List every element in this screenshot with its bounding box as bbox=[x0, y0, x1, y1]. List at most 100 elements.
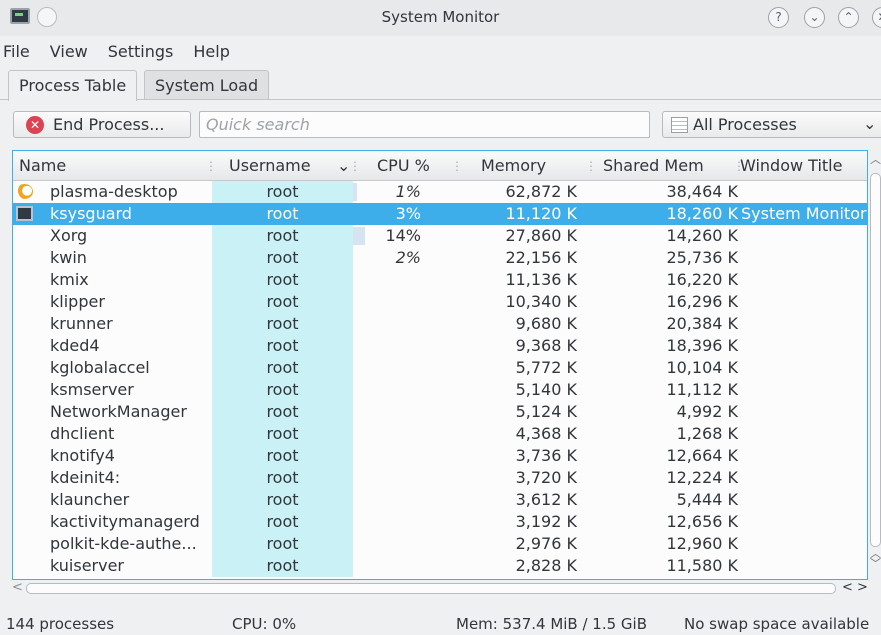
process-shared-mem: 12,224 K bbox=[666, 468, 738, 487]
table-row[interactable]: knotify4 root 3,736 K 12,664 K bbox=[13, 445, 867, 467]
process-shared-mem: 12,664 K bbox=[666, 446, 738, 465]
table-icon bbox=[671, 116, 688, 133]
col-shared-header[interactable]: Shared Mem bbox=[603, 156, 704, 175]
col-memory-header[interactable]: Memory bbox=[481, 156, 546, 175]
process-name: kded4 bbox=[50, 336, 100, 355]
system-monitor-icon bbox=[16, 206, 33, 221]
swap-status: No swap space available bbox=[684, 615, 870, 633]
table-row[interactable]: klauncher root 3,612 K 5,444 K bbox=[13, 489, 867, 511]
scrollbar-thumb[interactable] bbox=[26, 583, 836, 594]
tab-process-table[interactable]: Process Table bbox=[8, 70, 138, 101]
table-row[interactable]: NetworkManager root 5,124 K 4,992 K bbox=[13, 401, 867, 423]
process-filter-select[interactable]: All Processes ⌄ bbox=[662, 111, 881, 138]
process-shared-mem: 12,960 K bbox=[666, 534, 738, 553]
process-memory: 3,736 K bbox=[515, 446, 577, 465]
tab-system-load[interactable]: System Load bbox=[144, 70, 270, 100]
table-row[interactable]: kdeinit4: root 3,720 K 12,224 K bbox=[13, 467, 867, 489]
process-name: ksysguard bbox=[50, 204, 132, 223]
process-name: kuiserver bbox=[50, 556, 125, 575]
col-name-header[interactable]: Name bbox=[19, 156, 66, 175]
process-memory: 3,720 K bbox=[515, 468, 577, 487]
table-row[interactable]: dhclient root 4,368 K 1,268 K bbox=[13, 423, 867, 445]
process-username: root bbox=[266, 248, 299, 267]
process-name: kmix bbox=[50, 270, 89, 289]
process-name: NetworkManager bbox=[50, 402, 187, 421]
process-shared-mem: 16,220 K bbox=[666, 270, 738, 289]
process-username: root bbox=[266, 512, 299, 531]
table-row[interactable]: ksmserver root 5,140 K 11,112 K bbox=[13, 379, 867, 401]
process-username: root bbox=[266, 270, 299, 289]
process-username: root bbox=[266, 336, 299, 355]
process-shared-mem: 10,104 K bbox=[666, 358, 738, 377]
process-username: root bbox=[266, 380, 299, 399]
process-table: Name ⋮ Username ⌄ ⋮ CPU % ⋮ Memory ⋮ Sha… bbox=[12, 150, 868, 580]
table-row[interactable]: kwin root 2% 22,156 K 25,736 K bbox=[13, 247, 867, 269]
scroll-up-icon[interactable]: ︿ bbox=[870, 151, 881, 167]
process-shared-mem: 11,580 K bbox=[666, 556, 738, 575]
column-separator[interactable]: ⋮ bbox=[205, 159, 217, 173]
help-button[interactable]: ? bbox=[768, 7, 789, 28]
process-shared-mem: 12,656 K bbox=[666, 512, 738, 531]
quick-search-input[interactable]: Quick search bbox=[199, 111, 650, 138]
menu-help[interactable]: Help bbox=[193, 42, 243, 61]
process-username: root bbox=[266, 358, 299, 377]
process-cpu: 2% bbox=[395, 248, 421, 267]
process-memory: 2,828 K bbox=[515, 556, 577, 575]
status-bar: 144 processes CPU: 0% Mem: 537.4 MiB / 1… bbox=[0, 612, 881, 635]
horizontal-scrollbar[interactable]: < < > bbox=[12, 580, 868, 595]
vertical-scrollbar[interactable]: ︿ ︿ ﹀ bbox=[869, 151, 881, 581]
table-row[interactable]: Xorg root 14% 27,860 K 14,260 K bbox=[13, 225, 867, 247]
process-cpu: 3% bbox=[395, 204, 421, 223]
process-memory: 10,340 K bbox=[505, 292, 577, 311]
menu-file[interactable]: File bbox=[3, 42, 44, 61]
kill-icon: ✕ bbox=[26, 115, 44, 134]
col-window-title-header[interactable]: Window Title bbox=[740, 156, 842, 175]
process-name: kwin bbox=[50, 248, 87, 267]
process-shared-mem: 1,268 K bbox=[676, 424, 738, 443]
table-row[interactable]: krunner root 9,680 K 20,384 K bbox=[13, 313, 867, 335]
table-row[interactable]: kglobalaccel root 5,772 K 10,104 K bbox=[13, 357, 867, 379]
menu-view[interactable]: View bbox=[50, 42, 102, 61]
process-username: root bbox=[266, 556, 299, 575]
process-shared-mem: 25,736 K bbox=[666, 248, 738, 267]
maximize-button[interactable]: ⌃ bbox=[838, 7, 859, 28]
process-memory: 9,680 K bbox=[515, 314, 577, 333]
scrollbar-thumb[interactable] bbox=[870, 173, 881, 547]
table-row[interactable]: ksysguard root 3% 11,120 K 18,260 K System Mo… bbox=[13, 203, 867, 225]
process-shared-mem: 38,464 K bbox=[666, 182, 738, 201]
process-name: dhclient bbox=[50, 424, 115, 443]
process-window-title: System Monitor bbox=[741, 204, 867, 223]
process-memory: 9,368 K bbox=[515, 336, 577, 355]
scroll-left-icon[interactable]: < bbox=[12, 580, 23, 595]
col-cpu-header[interactable]: CPU % bbox=[377, 156, 430, 175]
process-name: kactivitymanagerd bbox=[50, 512, 200, 531]
process-username: root bbox=[266, 182, 299, 201]
process-memory: 3,612 K bbox=[515, 490, 577, 509]
chevron-down-icon: ⌄ bbox=[863, 114, 877, 133]
memory-usage: Mem: 537.4 MiB / 1.5 GiB bbox=[456, 615, 648, 633]
col-username-header[interactable]: Username bbox=[229, 156, 311, 175]
process-memory: 5,772 K bbox=[515, 358, 577, 377]
end-process-button[interactable]: ✕ End Process... bbox=[13, 111, 191, 138]
table-row[interactable]: plasma-desktop root 1% 62,872 K 38,464 K bbox=[13, 181, 867, 203]
process-shared-mem: 11,112 K bbox=[666, 380, 738, 399]
scroll-down-icon[interactable]: ︿ ﹀ bbox=[870, 548, 881, 569]
column-separator[interactable]: ⋮ bbox=[349, 159, 361, 173]
column-separator[interactable]: ⋮ bbox=[585, 159, 597, 173]
process-shared-mem: 20,384 K bbox=[666, 314, 738, 333]
filter-value: All Processes bbox=[693, 115, 797, 134]
process-username: root bbox=[266, 446, 299, 465]
scroll-arrows-icon[interactable]: < > bbox=[842, 580, 868, 595]
table-row[interactable]: klipper root 10,340 K 16,296 K bbox=[13, 291, 867, 313]
process-memory: 11,136 K bbox=[505, 270, 577, 289]
table-row[interactable]: kmix root 11,136 K 16,220 K bbox=[13, 269, 867, 291]
window-title: System Monitor bbox=[381, 8, 500, 26]
table-row[interactable]: kded4 root 9,368 K 18,396 K bbox=[13, 335, 867, 357]
table-row[interactable]: kuiserver root 2,828 K 11,580 K bbox=[13, 555, 867, 577]
process-name: krunner bbox=[50, 314, 113, 333]
minimize-button[interactable]: ⌄ bbox=[804, 7, 825, 28]
column-separator[interactable]: ⋮ bbox=[451, 159, 463, 173]
table-row[interactable]: kactivitymanagerd root 3,192 K 12,656 K bbox=[13, 511, 867, 533]
table-row[interactable]: polkit-kde-authe... root 2,976 K 12,960 K bbox=[13, 533, 867, 555]
menu-settings[interactable]: Settings bbox=[108, 42, 188, 61]
